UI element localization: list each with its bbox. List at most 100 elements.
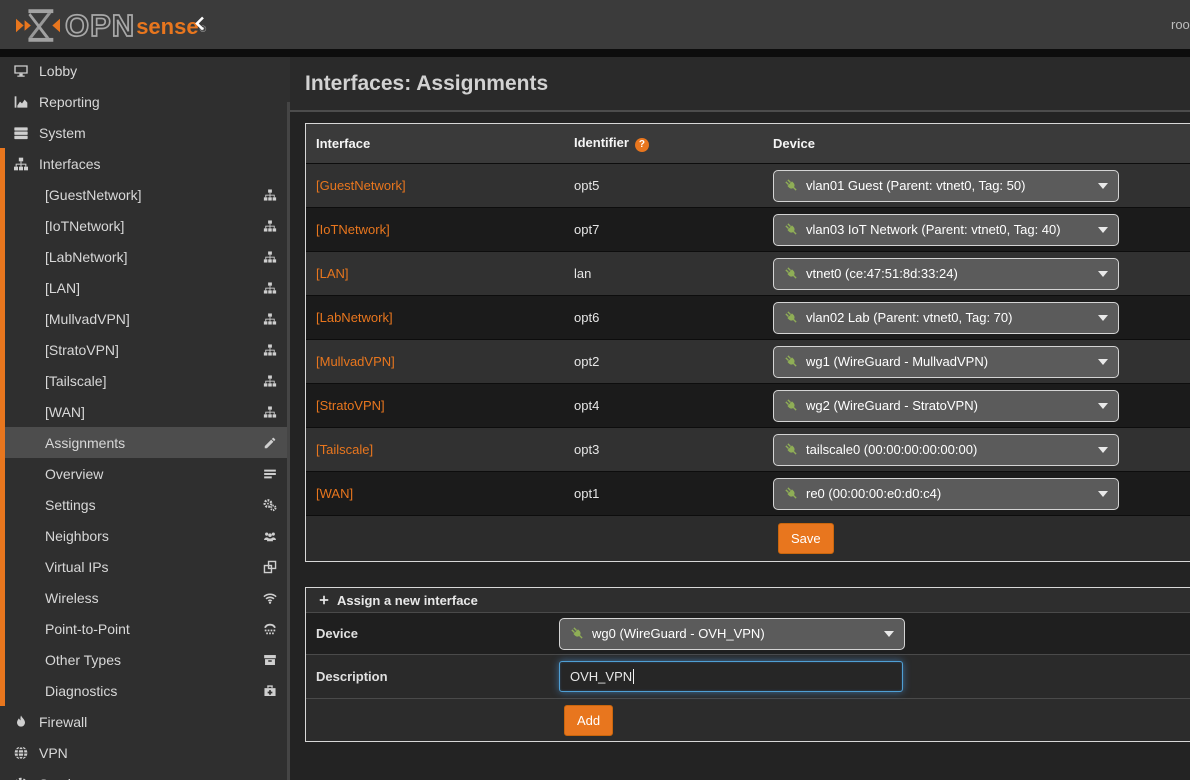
- sidebar-item-label: Virtual IPs: [45, 559, 109, 575]
- main-content: Interfaces: Assignments Interface Identi…: [290, 57, 1190, 780]
- gears-icon: [263, 498, 277, 512]
- column-header-identifier-label: Identifier: [574, 135, 629, 150]
- interface-link[interactable]: [StratoVPN]: [316, 398, 385, 413]
- sidebar-item-wireless[interactable]: Wireless: [0, 582, 287, 613]
- desktop-icon: [13, 63, 29, 79]
- device-select-value: tailscale0 (00:00:00:00:00:00): [806, 442, 977, 457]
- caret-down-icon: [1098, 491, 1108, 497]
- sidebar-item-guestnetwork[interactable]: [GuestNetwork]: [0, 179, 287, 210]
- table-row: [GuestNetwork] opt5 vlan01 Guest (Parent…: [306, 164, 1190, 208]
- save-button[interactable]: Save: [778, 523, 834, 554]
- description-label: Description: [306, 669, 559, 684]
- sidebar-item-label: Other Types: [45, 652, 121, 668]
- active-section-rail: [0, 148, 5, 706]
- assign-new-interface-panel: Assign a new interface Device wg0 (WireG…: [305, 587, 1190, 742]
- device-select[interactable]: vlan03 IoT Network (Parent: vtnet0, Tag:…: [773, 214, 1119, 246]
- sidebar-item-assignments[interactable]: Assignments: [0, 427, 287, 458]
- column-header-interface: Interface: [306, 136, 564, 151]
- sidebar-item-lan[interactable]: [LAN]: [0, 272, 287, 303]
- plug-icon: [784, 442, 799, 457]
- identifier-value: opt6: [574, 310, 599, 325]
- sidebar-item-stratovpn[interactable]: [StratoVPN]: [0, 334, 287, 365]
- table-header-row: Interface Identifier? Device: [306, 124, 1190, 164]
- plug-icon: [784, 178, 799, 193]
- sidebar-item-label: Diagnostics: [45, 683, 117, 699]
- opnsense-logo[interactable]: OPNsense®: [16, 6, 206, 44]
- table-row: [Tailscale] opt3 tailscale0 (00:00:00:00…: [306, 428, 1190, 472]
- sidebar-item-wan[interactable]: [WAN]: [0, 396, 287, 427]
- logged-in-user[interactable]: roo: [1171, 17, 1190, 32]
- sidebar-item-mullvadvpn[interactable]: [MullvadVPN]: [0, 303, 287, 334]
- sidebar-item-interfaces[interactable]: Interfaces: [0, 148, 287, 179]
- brand-opn-text: OPN: [65, 8, 135, 44]
- sidebar-item-point-to-point[interactable]: Point-to-Point: [0, 613, 287, 644]
- sidebar-item-tailscale[interactable]: [Tailscale]: [0, 365, 287, 396]
- sidebar-item-label: VPN: [39, 745, 68, 761]
- device-select[interactable]: tailscale0 (00:00:00:00:00:00): [773, 434, 1119, 466]
- sidebar-item-system[interactable]: System: [0, 117, 287, 148]
- interface-link[interactable]: [GuestNetwork]: [316, 178, 406, 193]
- new-device-select-value: wg0 (WireGuard - OVH_VPN): [592, 626, 765, 641]
- interface-link[interactable]: [IoTNetwork]: [316, 222, 390, 237]
- add-form-row: Add: [306, 699, 1190, 741]
- sitemap-icon: [263, 405, 277, 419]
- plug-icon: [784, 354, 799, 369]
- sidebar-item-label: [StratoVPN]: [45, 342, 119, 358]
- sidebar-item-label: Reporting: [39, 94, 100, 110]
- sitemap-icon: [263, 250, 277, 264]
- table-row: [IoTNetwork] opt7 vlan03 IoT Network (Pa…: [306, 208, 1190, 252]
- sidebar-item-label: [GuestNetwork]: [45, 187, 141, 203]
- device-select[interactable]: wg2 (WireGuard - StratoVPN): [773, 390, 1119, 422]
- device-select-value: vlan01 Guest (Parent: vtnet0, Tag: 50): [806, 178, 1025, 193]
- server-icon: [13, 125, 29, 141]
- sidebar-item-iotnetwork[interactable]: [IoTNetwork]: [0, 210, 287, 241]
- pencil-icon: [263, 436, 277, 450]
- device-select[interactable]: vlan02 Lab (Parent: vtnet0, Tag: 70): [773, 302, 1119, 334]
- interface-link[interactable]: [MullvadVPN]: [316, 354, 395, 369]
- assign-panel-header[interactable]: Assign a new interface: [306, 588, 1190, 613]
- device-select[interactable]: vtnet0 (ce:47:51:8d:33:24): [773, 258, 1119, 290]
- sidebar-item-label: [WAN]: [45, 404, 85, 420]
- sidebar-item-neighbors[interactable]: Neighbors: [0, 520, 287, 551]
- sidebar-item-firewall[interactable]: Firewall: [0, 706, 287, 737]
- sidebar-collapse-button[interactable]: [192, 14, 210, 34]
- sidebar-item-services[interactable]: Services: [0, 768, 287, 780]
- sidebar: Lobby Reporting System Interfaces [Guest…: [0, 57, 290, 780]
- opnsense-hourglass-icon: [16, 7, 60, 44]
- interface-link[interactable]: [WAN]: [316, 486, 353, 501]
- device-select-value: vtnet0 (ce:47:51:8d:33:24): [806, 266, 958, 281]
- sidebar-item-label: Point-to-Point: [45, 621, 130, 637]
- sidebar-item-virtual-ips[interactable]: Virtual IPs: [0, 551, 287, 582]
- description-form-row: Description OVH_VPN: [306, 655, 1190, 699]
- sidebar-item-lobby[interactable]: Lobby: [0, 57, 287, 86]
- column-header-identifier: Identifier?: [564, 135, 768, 152]
- interface-link[interactable]: [Tailscale]: [316, 442, 373, 457]
- identifier-value: opt1: [574, 486, 599, 501]
- list-icon: [263, 467, 277, 481]
- interface-link[interactable]: [LabNetwork]: [316, 310, 393, 325]
- identifier-value: opt2: [574, 354, 599, 369]
- interface-link[interactable]: [LAN]: [316, 266, 349, 281]
- sidebar-item-overview[interactable]: Overview: [0, 458, 287, 489]
- help-icon[interactable]: ?: [635, 138, 649, 152]
- caret-down-icon: [1098, 315, 1108, 321]
- sidebar-item-diagnostics[interactable]: Diagnostics: [0, 675, 287, 706]
- device-select[interactable]: wg1 (WireGuard - MullvadVPN): [773, 346, 1119, 378]
- sidebar-item-vpn[interactable]: VPN: [0, 737, 287, 768]
- add-button[interactable]: Add: [564, 705, 613, 736]
- plug-icon: [570, 626, 585, 641]
- sidebar-item-other-types[interactable]: Other Types: [0, 644, 287, 675]
- sitemap-icon: [263, 343, 277, 357]
- assign-panel-title: Assign a new interface: [337, 593, 478, 608]
- sidebar-item-label: Interfaces: [39, 156, 100, 172]
- device-select[interactable]: re0 (00:00:00:e0:d0:c4): [773, 478, 1119, 510]
- new-device-select[interactable]: wg0 (WireGuard - OVH_VPN): [559, 618, 905, 650]
- description-input[interactable]: OVH_VPN: [559, 661, 903, 692]
- sidebar-item-labnetwork[interactable]: [LabNetwork]: [0, 241, 287, 272]
- medkit-icon: [263, 684, 277, 698]
- column-header-device: Device: [768, 136, 1190, 151]
- sidebar-item-reporting[interactable]: Reporting: [0, 86, 287, 117]
- device-select[interactable]: vlan01 Guest (Parent: vtnet0, Tag: 50): [773, 170, 1119, 202]
- sidebar-item-settings[interactable]: Settings: [0, 489, 287, 520]
- topbar-separator: [0, 49, 1190, 57]
